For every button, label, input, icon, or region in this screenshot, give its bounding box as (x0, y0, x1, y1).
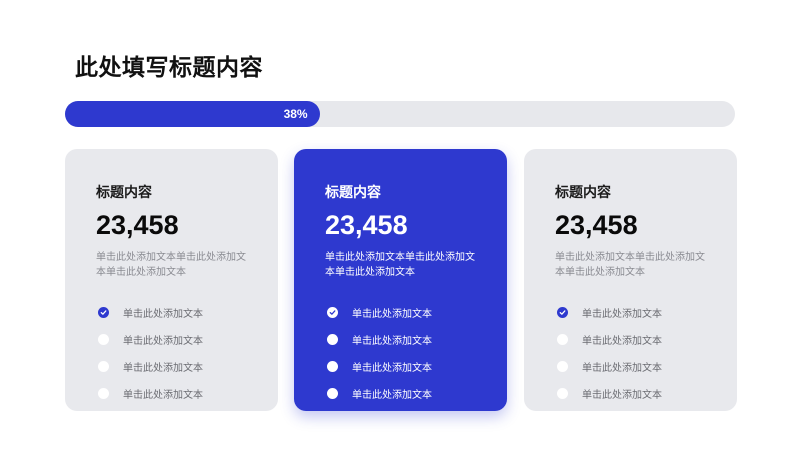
feature-item: 单击此处添加文本 (325, 299, 507, 326)
feature-item: 单击此处添加文本 (325, 326, 507, 353)
empty-circle-icon (557, 388, 568, 399)
empty-circle-icon (557, 334, 568, 345)
progress-bar: 38% (65, 101, 735, 127)
stat-card[interactable]: 标题内容 23,458 单击此处添加文本单击此处添加文本单击此处添加文本 单击此… (65, 149, 278, 411)
check-circle-icon (327, 307, 338, 318)
stat-card-featured[interactable]: 标题内容 23,458 单击此处添加文本单击此处添加文本单击此处添加文本 单击此… (294, 149, 507, 411)
feature-list: 单击此处添加文本 单击此处添加文本 单击此处添加文本 单击此处添加文本 (96, 299, 278, 407)
card-heading: 标题内容 (555, 185, 611, 201)
feature-item: 单击此处添加文本 (325, 380, 507, 407)
feature-item: 单击此处添加文本 (96, 353, 278, 380)
card-description: 单击此处添加文本单击此处添加文本单击此处添加文本 (325, 252, 475, 278)
feature-label: 单击此处添加文本 (123, 336, 203, 347)
card-number: 23,458 (555, 210, 638, 240)
stat-card[interactable]: 标题内容 23,458 单击此处添加文本单击此处添加文本单击此处添加文本 单击此… (524, 149, 737, 411)
feature-label: 单击此处添加文本 (582, 309, 662, 320)
feature-label: 单击此处添加文本 (352, 309, 432, 320)
feature-item: 单击此处添加文本 (555, 326, 737, 353)
feature-label: 单击此处添加文本 (582, 363, 662, 374)
card-number: 23,458 (96, 210, 179, 240)
empty-circle-icon (327, 361, 338, 372)
check-circle-icon (98, 307, 109, 318)
feature-item: 单击此处添加文本 (325, 353, 507, 380)
feature-label: 单击此处添加文本 (352, 390, 432, 401)
feature-item: 单击此处添加文本 (96, 380, 278, 407)
check-circle-icon (557, 307, 568, 318)
feature-item: 单击此处添加文本 (555, 380, 737, 407)
empty-circle-icon (98, 334, 109, 345)
card-description: 单击此处添加文本单击此处添加文本单击此处添加文本 (96, 252, 246, 278)
feature-label: 单击此处添加文本 (352, 336, 432, 347)
card-number: 23,458 (325, 210, 408, 240)
feature-label: 单击此处添加文本 (123, 309, 203, 320)
feature-label: 单击此处添加文本 (123, 363, 203, 374)
feature-item: 单击此处添加文本 (96, 326, 278, 353)
empty-circle-icon (557, 361, 568, 372)
feature-item: 单击此处添加文本 (555, 299, 737, 326)
feature-label: 单击此处添加文本 (352, 363, 432, 374)
progress-label: 38% (283, 107, 308, 121)
feature-item: 单击此处添加文本 (555, 353, 737, 380)
feature-label: 单击此处添加文本 (582, 336, 662, 347)
feature-list: 单击此处添加文本 单击此处添加文本 单击此处添加文本 单击此处添加文本 (325, 299, 507, 407)
empty-circle-icon (327, 388, 338, 399)
card-heading: 标题内容 (96, 185, 152, 201)
page-title: 此处填写标题内容 (75, 55, 263, 81)
progress-fill: 38% (65, 101, 320, 127)
feature-list: 单击此处添加文本 单击此处添加文本 单击此处添加文本 单击此处添加文本 (555, 299, 737, 407)
empty-circle-icon (327, 334, 338, 345)
card-heading: 标题内容 (325, 185, 381, 201)
card-description: 单击此处添加文本单击此处添加文本单击此处添加文本 (555, 252, 705, 278)
empty-circle-icon (98, 388, 109, 399)
feature-item: 单击此处添加文本 (96, 299, 278, 326)
empty-circle-icon (98, 361, 109, 372)
feature-label: 单击此处添加文本 (582, 390, 662, 401)
feature-label: 单击此处添加文本 (123, 390, 203, 401)
